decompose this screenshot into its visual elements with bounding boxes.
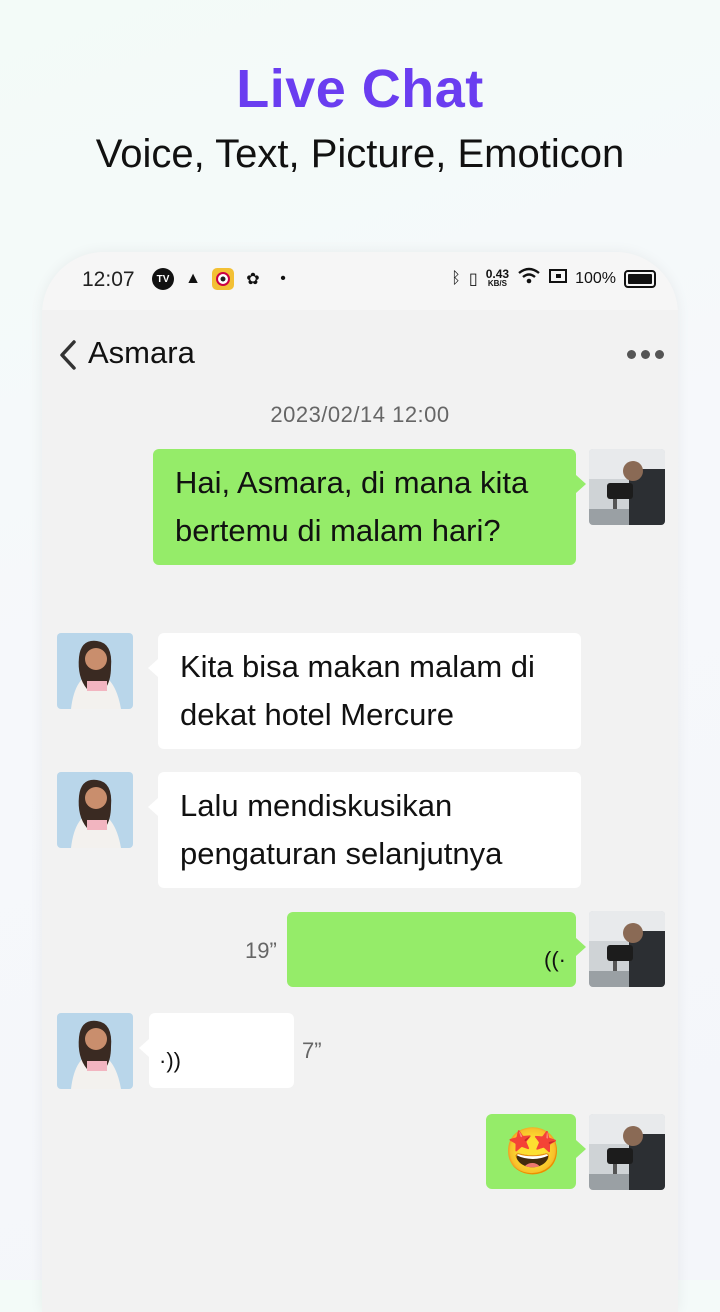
message-text: Kita bisa makan malam di dekat hotel Mer… — [180, 649, 535, 732]
battery-percent: 100% — [575, 269, 616, 287]
star-struck-emoji: 🤩 — [504, 1125, 562, 1177]
my-avatar-image — [589, 911, 665, 987]
camera-app-icon — [212, 268, 234, 290]
vibrate-icon: ▯ — [468, 270, 478, 288]
chat-header: Asmara — [42, 330, 678, 380]
emoji-message-sent[interactable]: 🤩 — [486, 1114, 586, 1189]
wifi-icon — [517, 267, 541, 290]
chat-timestamp: 2023/02/14 12:00 — [270, 402, 450, 427]
more-options-icon[interactable] — [627, 350, 664, 359]
dot-icon: • — [280, 270, 286, 287]
avatar[interactable] — [589, 449, 665, 525]
avatar[interactable] — [57, 772, 133, 848]
voice-wave-icon: ·)) — [159, 1048, 181, 1073]
back-icon[interactable] — [54, 338, 88, 372]
avatar[interactable] — [57, 633, 133, 709]
voice-duration: 7” — [302, 1038, 322, 1063]
contact-avatar-image — [57, 633, 133, 709]
voice-wave-icon: ((· — [544, 947, 566, 972]
status-left-icons: TV ▲ ✿ • — [152, 268, 294, 290]
my-avatar-image — [589, 1114, 665, 1190]
app-icon: ✿ — [246, 271, 260, 288]
message-bubble-received[interactable]: Lalu mendiskusikan pengaturan selanjutny… — [148, 772, 581, 888]
contact-avatar-image — [57, 1013, 133, 1089]
status-time: 12:07 — [82, 268, 135, 291]
message-bubble-received[interactable]: Kita bisa makan malam di dekat hotel Mer… — [148, 633, 581, 749]
status-bar: 12:07 TV ▲ ✿ • ᛒ ▯ 0.43 KB/S 100% — [42, 252, 678, 310]
warning-icon: ▲ — [185, 270, 201, 287]
phone-frame: 12:07 TV ▲ ✿ • ᛒ ▯ 0.43 KB/S 100% Asmara… — [42, 252, 678, 1312]
battery-icon — [624, 269, 656, 288]
contact-name: Asmara — [88, 335, 195, 370]
voice-message-sent[interactable]: ((· — [287, 912, 586, 987]
my-avatar-image — [589, 449, 665, 525]
message-text: Lalu mendiskusikan pengaturan selanjutny… — [180, 788, 503, 871]
contact-avatar-image — [57, 772, 133, 848]
avatar[interactable] — [589, 911, 665, 987]
voice-message-received[interactable]: ·)) — [139, 1013, 294, 1088]
avatar[interactable] — [57, 1013, 133, 1089]
status-right-icons: ᛒ ▯ 0.43 KB/S 100% — [451, 267, 656, 290]
network-speed: 0.43 KB/S — [485, 266, 510, 288]
tv-icon: TV — [152, 268, 174, 290]
bluetooth-icon: ᛒ — [451, 269, 461, 287]
screen-icon — [549, 268, 568, 289]
hero-subtitle: Voice, Text, Picture, Emoticon — [95, 132, 625, 176]
avatar[interactable] — [589, 1114, 665, 1190]
voice-duration: 19” — [245, 938, 277, 963]
message-bubble-sent[interactable]: Hai, Asmara, di mana kita bertemu di mal… — [153, 449, 586, 565]
hero-title: Live Chat — [236, 59, 484, 119]
message-text: Hai, Asmara, di mana kita bertemu di mal… — [175, 465, 529, 548]
